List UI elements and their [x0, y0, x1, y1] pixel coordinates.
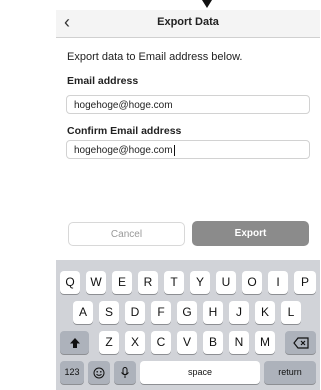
keyboard: Q W E R T Y U O I P A S D F G H J K L Z … — [56, 260, 320, 390]
key-b[interactable]: B — [203, 331, 223, 354]
phone-screen: ‹ Export Data Export data to Email addre… — [56, 10, 320, 390]
key-e[interactable]: E — [112, 271, 132, 294]
key-t[interactable]: T — [164, 271, 184, 294]
shift-icon — [69, 337, 80, 348]
navigation-bar: ‹ Export Data — [56, 10, 320, 38]
export-button[interactable]: Export — [192, 221, 309, 246]
key-o[interactable]: O — [242, 271, 262, 294]
return-key[interactable]: return — [264, 361, 316, 384]
key-y[interactable]: Y — [190, 271, 210, 294]
microphone-key[interactable] — [114, 361, 136, 384]
emoji-key[interactable] — [88, 361, 110, 384]
key-q[interactable]: Q — [60, 271, 80, 294]
shift-key[interactable] — [60, 331, 89, 354]
key-f[interactable]: F — [151, 301, 171, 324]
pointer-arrow-icon — [202, 0, 212, 8]
delete-icon — [292, 337, 309, 349]
key-k[interactable]: K — [255, 301, 275, 324]
confirm-email-field[interactable]: hogehoge@hoge.com — [66, 140, 310, 159]
key-s[interactable]: S — [99, 301, 119, 324]
space-key[interactable]: space — [140, 361, 260, 384]
cancel-button[interactable]: Cancel — [68, 222, 185, 246]
intro-text: Export data to Email address below. — [67, 51, 243, 63]
confirm-email-label: Confirm Email address — [67, 125, 182, 137]
page-title: Export Data — [157, 16, 219, 28]
key-v[interactable]: V — [177, 331, 197, 354]
key-g[interactable]: G — [177, 301, 197, 324]
key-d[interactable]: D — [125, 301, 145, 324]
key-z[interactable]: Z — [99, 331, 119, 354]
confirm-email-value: hogehoge@hoge.com — [74, 145, 173, 156]
microphone-icon — [121, 366, 129, 378]
key-n[interactable]: N — [229, 331, 249, 354]
key-u[interactable]: U — [216, 271, 236, 294]
key-m[interactable]: M — [255, 331, 275, 354]
key-w[interactable]: W — [86, 271, 106, 294]
key-i[interactable]: I — [268, 271, 288, 294]
key-r[interactable]: R — [138, 271, 158, 294]
key-c[interactable]: C — [151, 331, 171, 354]
key-l[interactable]: L — [281, 301, 301, 324]
email-field[interactable]: hogehoge@hoge.com — [66, 95, 310, 114]
key-x[interactable]: X — [125, 331, 145, 354]
delete-key[interactable] — [285, 331, 316, 354]
text-cursor — [173, 144, 175, 156]
key-h[interactable]: H — [203, 301, 223, 324]
emoji-icon — [93, 367, 105, 379]
key-p[interactable]: P — [294, 271, 316, 294]
key-a[interactable]: A — [73, 301, 93, 324]
numbers-key[interactable]: 123 — [60, 361, 84, 384]
email-label: Email address — [67, 75, 139, 87]
key-j[interactable]: J — [229, 301, 249, 324]
email-value: hogehoge@hoge.com — [74, 100, 173, 111]
